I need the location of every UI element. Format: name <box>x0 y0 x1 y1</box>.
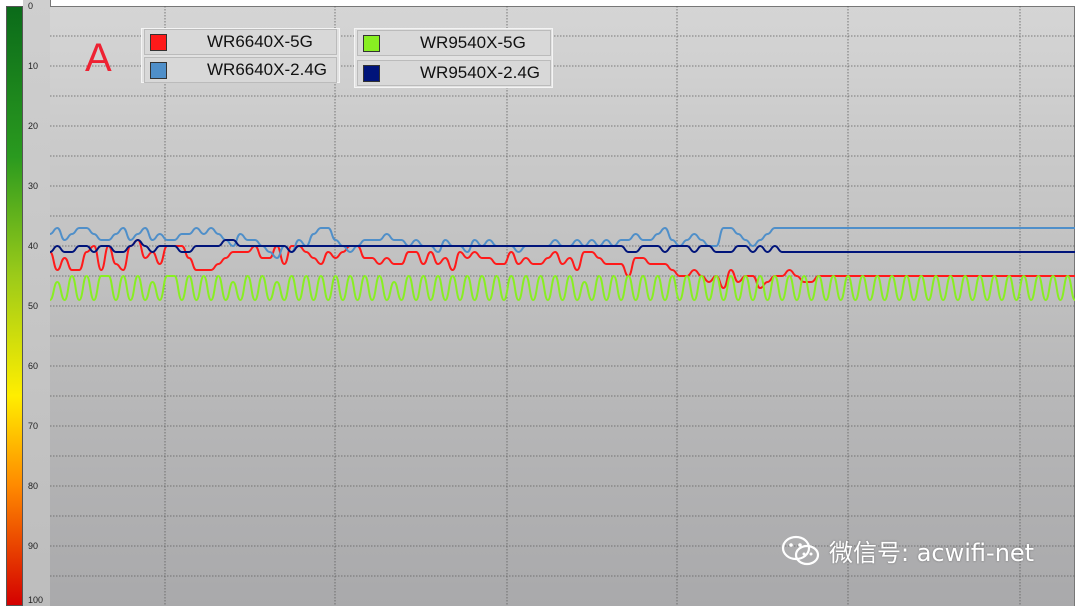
y-tick-label: 90 <box>28 541 39 551</box>
signal-color-scale <box>6 6 23 606</box>
plot-svg <box>50 6 1075 606</box>
y-tick-label: 30 <box>28 181 39 191</box>
legend-label-wr9540x-2-4g: WR9540X-2.4G <box>420 63 540 82</box>
series-line-wr6640x-5g <box>50 238 1075 290</box>
watermark: 微信号: acwifi-net <box>781 533 1034 568</box>
legend-item-wr6640x-2-4g: WR6640X-2.4G <box>144 57 337 83</box>
legend-label-wr9540x-5g: WR9540X-5G <box>420 33 526 52</box>
y-tick-label: 40 <box>28 241 39 251</box>
y-tick-label: 80 <box>28 481 39 491</box>
legend-item-wr9540x-5g: WR9540X-5G <box>357 30 551 56</box>
y-tick-label: 100 <box>28 595 44 605</box>
series-line-wr6640x-2-4g <box>50 226 1075 260</box>
y-tick-label: 20 <box>28 121 39 131</box>
legend-swatch-wr6640x-5g <box>150 33 167 51</box>
series-line-wr9540x-5g <box>50 274 1075 302</box>
legend-swatch-wr6640x-2-4g <box>150 61 167 79</box>
y-tick-label: 50 <box>28 301 39 311</box>
legend-item-wr9540x-2-4g: WR9540X-2.4G <box>357 60 551 86</box>
watermark-text: 微信号: acwifi-net <box>829 539 1035 567</box>
y-tick-label: 0 <box>28 1 34 11</box>
panel-label: A <box>85 36 112 80</box>
y-tick-label: 70 <box>28 421 39 431</box>
y-tick-label: 10 <box>28 61 39 71</box>
legend-swatch-wr9540x-5g <box>363 34 380 52</box>
y-tick-label: 60 <box>28 361 39 371</box>
legend-label-wr6640x-5g: WR6640X-5G <box>207 32 313 51</box>
legend-item-wr6640x-5g: WR6640X-5G <box>144 29 337 55</box>
wechat-icon <box>781 535 820 565</box>
legend-label-wr6640x-2-4g: WR6640X-2.4G <box>207 60 327 79</box>
signal-strength-chart: 0 10 20 30 40 50 60 70 80 90 100 A WR6640X-5G WR66… <box>0 0 1080 606</box>
legend-swatch-wr9540x-2-4g <box>363 64 380 82</box>
